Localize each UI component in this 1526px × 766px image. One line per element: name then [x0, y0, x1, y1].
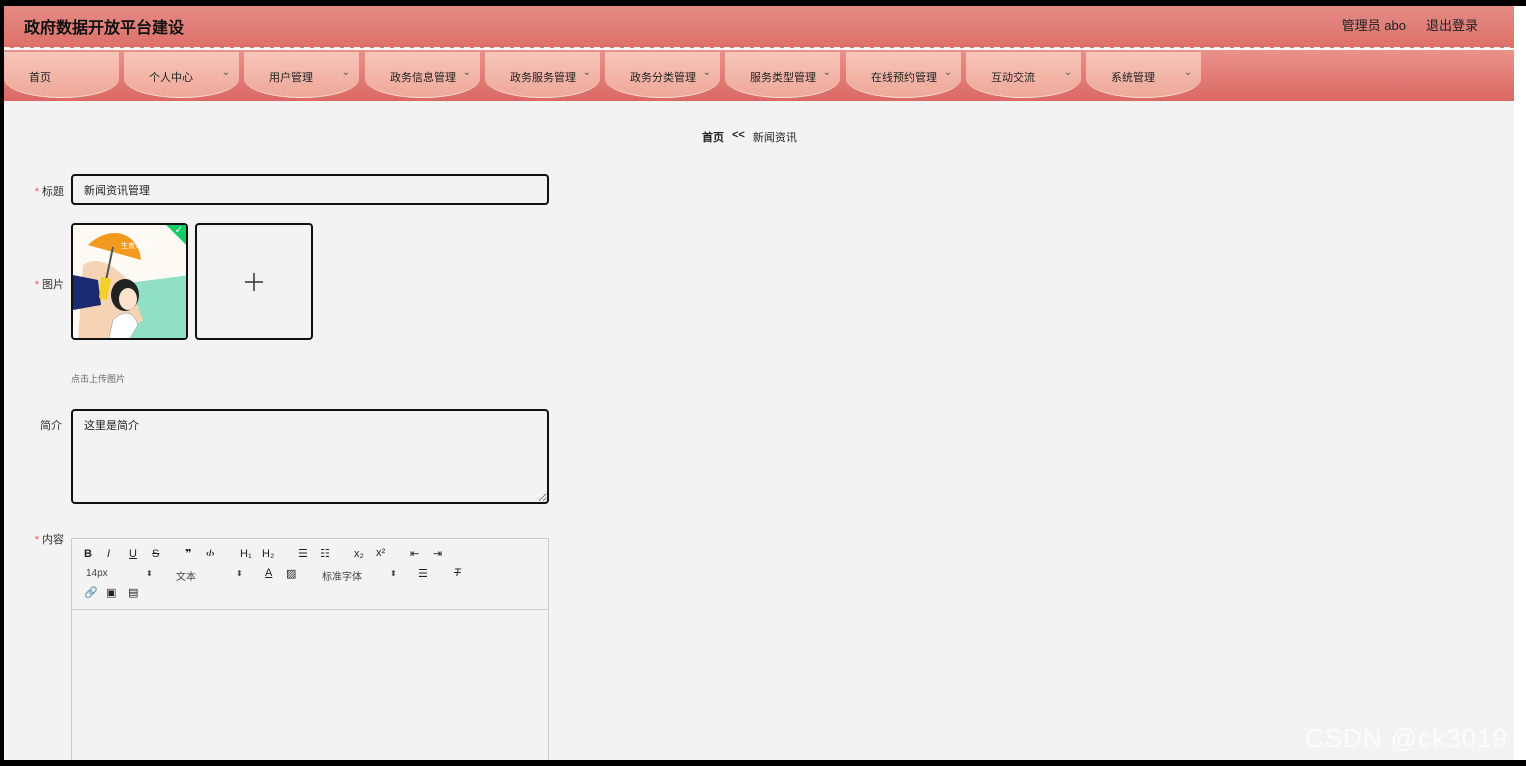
- nav-item-label: 互动交流: [991, 72, 1035, 84]
- chevron-down-icon: ⌄: [822, 67, 831, 78]
- nav-item-label: 政务服务管理: [510, 72, 576, 84]
- app-frame: 政府数据开放平台建设 管理员 abo 退出登录 首页 个人中心 ⌄ 用户管理 ⌄…: [4, 6, 1514, 760]
- nav-item-gov-info[interactable]: 政务信息管理 ⌄: [365, 52, 480, 98]
- chevron-down-icon: ⌄: [221, 67, 230, 78]
- chevron-down-icon: ⌄: [1183, 67, 1192, 78]
- align-button[interactable]: ☰: [418, 567, 428, 580]
- uploaded-image-thumbnail[interactable]: 生育津贴 ✓: [71, 223, 188, 340]
- required-mark: *: [34, 279, 39, 291]
- font-size-select[interactable]: 14px ⬍: [86, 568, 156, 579]
- required-mark: *: [34, 534, 39, 546]
- header-value: 文本: [176, 572, 196, 583]
- indent-button[interactable]: ⇥: [433, 547, 442, 560]
- underline-button[interactable]: U: [129, 548, 137, 560]
- chevron-down-icon: ⌄: [462, 67, 471, 78]
- nav-item-online-booking[interactable]: 在线预约管理 ⌄: [846, 52, 961, 98]
- current-user[interactable]: 管理员 abo: [1342, 15, 1406, 34]
- chevron-down-icon: ⌄: [1063, 67, 1072, 78]
- outdent-button[interactable]: ⇤: [410, 547, 419, 560]
- nav-item-gov-category[interactable]: 政务分类管理 ⌄: [605, 52, 720, 98]
- nav-item-user-management[interactable]: 用户管理 ⌄: [244, 52, 359, 98]
- image-caption: 生育津贴: [121, 241, 149, 250]
- select-arrows-icon: ⬍: [390, 569, 397, 578]
- ordered-list-button[interactable]: ☰: [298, 547, 308, 560]
- video-button[interactable]: ▤: [128, 586, 138, 599]
- nav-item-home[interactable]: 首页: [4, 52, 119, 98]
- font-family-select[interactable]: 标准字体 ⬍: [322, 568, 402, 583]
- add-image-button[interactable]: [195, 223, 313, 340]
- background-color-button[interactable]: ▨: [286, 567, 296, 580]
- subscript-button[interactable]: x₂: [354, 548, 364, 560]
- picture-label: * 图片: [4, 276, 64, 292]
- nav-item-personal-center[interactable]: 个人中心 ⌄: [124, 52, 239, 98]
- nav-item-label: 用户管理: [269, 72, 313, 84]
- logout-link[interactable]: 退出登录: [1426, 15, 1478, 34]
- strike-button[interactable]: S: [152, 548, 159, 560]
- site-title: 政府数据开放平台建设: [24, 20, 185, 37]
- nav-item-system[interactable]: 系统管理 ⌄: [1086, 52, 1201, 98]
- h1-button[interactable]: H₁: [240, 548, 252, 560]
- content-label-text: 内容: [42, 534, 64, 546]
- scrollbar[interactable]: [1514, 6, 1526, 760]
- nav-item-label: 政务信息管理: [390, 72, 456, 84]
- watermark: CSDN @ck3019: [1304, 723, 1508, 753]
- user-area: 管理员 abo 退出登录: [1342, 15, 1478, 34]
- superscript-button[interactable]: x²: [376, 547, 385, 559]
- nav-item-gov-service[interactable]: 政务服务管理 ⌄: [485, 52, 600, 98]
- editor-content-area[interactable]: [72, 610, 548, 760]
- clean-format-button[interactable]: T: [454, 567, 461, 579]
- select-arrows-icon: ⬍: [146, 569, 153, 578]
- h2-button[interactable]: H₂: [262, 548, 274, 560]
- title-input[interactable]: [71, 174, 549, 205]
- title-label-text: 标题: [42, 186, 64, 198]
- picture-label-text: 图片: [42, 279, 64, 291]
- plus-icon: [245, 272, 263, 291]
- intro-label-text: 简介: [40, 420, 62, 432]
- chevron-down-icon: ⌄: [582, 67, 591, 78]
- blockquote-button[interactable]: ❞: [185, 547, 191, 560]
- code-block-button[interactable]: ‹/›: [206, 548, 215, 558]
- breadcrumb-separator: <<: [732, 129, 745, 141]
- title-label: * 标题: [4, 183, 64, 199]
- font-family-value: 标准字体: [322, 572, 362, 583]
- font-size-value: 14px: [86, 568, 108, 579]
- nav-item-label: 个人中心: [149, 72, 193, 84]
- nav-item-service-type[interactable]: 服务类型管理 ⌄: [725, 52, 840, 98]
- breadcrumb: 首页 << 新闻资讯: [702, 129, 797, 145]
- intro-label: 简介: [4, 417, 62, 433]
- required-mark: *: [34, 186, 39, 198]
- bold-button[interactable]: B: [84, 548, 92, 560]
- nav-item-label: 系统管理: [1111, 72, 1155, 84]
- link-button[interactable]: 🔗: [84, 586, 98, 599]
- chevron-down-icon: ⌄: [943, 67, 952, 78]
- content-label: * 内容: [4, 531, 64, 547]
- breadcrumb-home[interactable]: 首页: [702, 129, 724, 145]
- nav-item-label: 服务类型管理: [750, 72, 816, 84]
- chevron-down-icon: ⌄: [702, 67, 711, 78]
- rich-text-editor: B I U S ❞ ‹/› H₁ H₂ ☰ ☷ x₂ x² ⇤ ⇥ 14px ⬍ …: [71, 538, 549, 760]
- nav-item-label: 在线预约管理: [871, 72, 937, 84]
- select-arrows-icon: ⬍: [236, 569, 243, 578]
- chevron-down-icon: ⌄: [341, 67, 350, 78]
- top-header: 政府数据开放平台建设 管理员 abo 退出登录: [4, 6, 1514, 48]
- nav-item-label: 首页: [29, 72, 51, 84]
- nav-item-label: 政务分类管理: [630, 72, 696, 84]
- image-button[interactable]: ▣: [106, 586, 116, 599]
- bullet-list-button[interactable]: ☷: [320, 547, 330, 560]
- italic-button[interactable]: I: [107, 548, 110, 560]
- main-nav: 首页 个人中心 ⌄ 用户管理 ⌄ 政务信息管理 ⌄ 政务服务管理 ⌄ 政务分类管…: [4, 50, 1514, 101]
- nav-item-interaction[interactable]: 互动交流 ⌄: [966, 52, 1081, 98]
- text-color-button[interactable]: A: [265, 567, 272, 579]
- check-icon: ✓: [174, 225, 183, 236]
- upload-hint: 点击上传图片: [71, 374, 126, 384]
- header-select[interactable]: 文本 ⬍: [176, 568, 246, 583]
- intro-textarea[interactable]: 这里是简介: [71, 409, 549, 504]
- editor-toolbar: B I U S ❞ ‹/› H₁ H₂ ☰ ☷ x₂ x² ⇤ ⇥ 14px ⬍ …: [72, 539, 548, 610]
- breadcrumb-current: 新闻资讯: [752, 132, 797, 144]
- uploaded-image: 生育津贴: [73, 225, 186, 338]
